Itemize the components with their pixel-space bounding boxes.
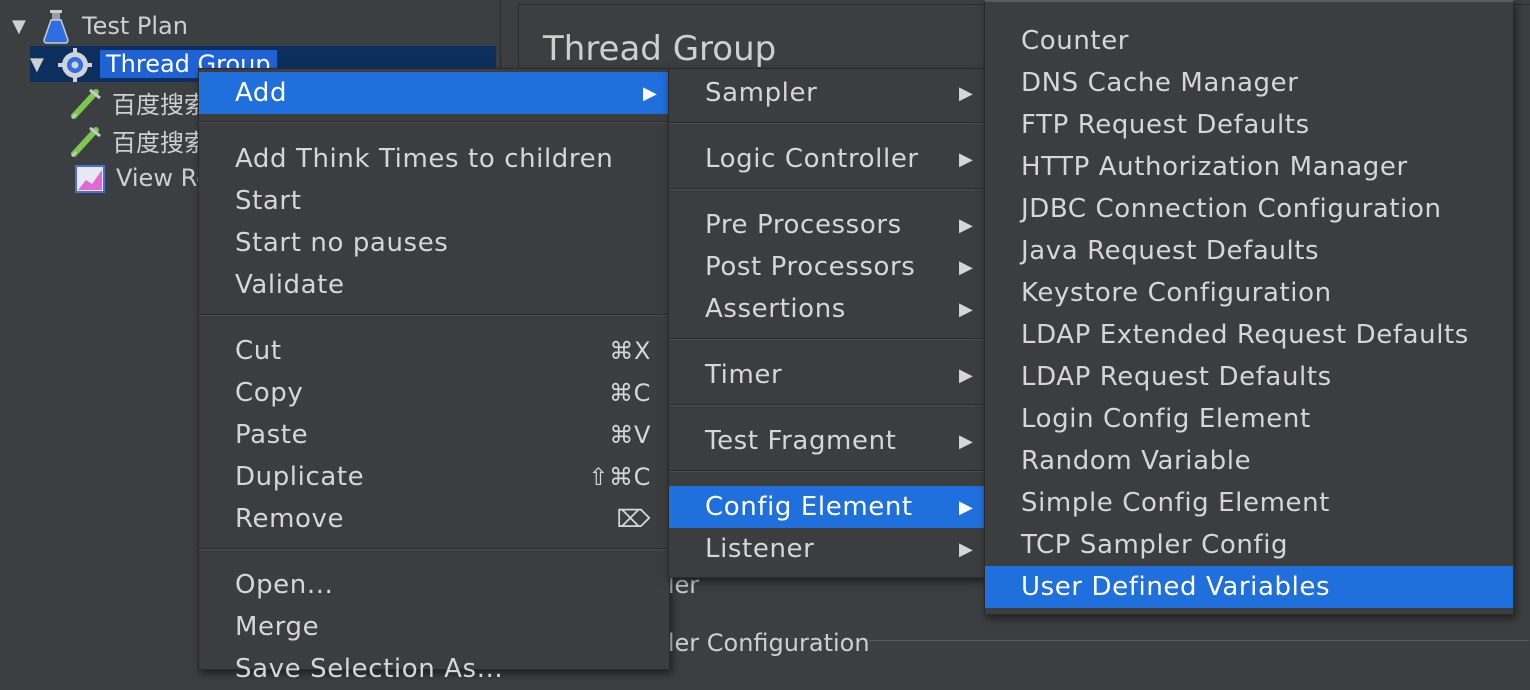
menu-item-simple-config-element[interactable]: Simple Config Element [985,482,1513,524]
tree-item-label: Test Plan [82,12,188,40]
menu-separator [669,122,985,124]
menu-item-duplicate[interactable]: Duplicate ⇧⌘C [199,456,669,498]
menu-separator [669,470,985,472]
shortcut-label: ⌘V [609,421,651,449]
expand-triangle-icon[interactable]: ▼ [12,16,40,37]
menu-item-ftp-request-defaults[interactable]: FTP Request Defaults [985,104,1513,146]
menu-item-ldap-extended-request-defaults[interactable]: LDAP Extended Request Defaults [985,314,1513,356]
menu-item-ldap-request-defaults[interactable]: LDAP Request Defaults [985,356,1513,398]
menu-item-post-processors[interactable]: Post Processors ▶ [669,246,985,288]
menu-item-add-think-times[interactable]: Add Think Times to children [199,138,669,180]
menu-item-remove[interactable]: Remove ⌦ [199,498,669,540]
submenu-arrow-icon: ▶ [959,82,974,104]
menu-item-cut[interactable]: Cut ⌘X [199,330,669,372]
expand-triangle-icon[interactable]: ▼ [30,54,58,75]
pipette-icon [70,86,102,119]
menu-item-dns-cache-manager[interactable]: DNS Cache Manager [985,62,1513,104]
menu-item-start-no-pauses[interactable]: Start no pauses [199,222,669,264]
menu-item-counter[interactable]: Counter [985,20,1513,62]
shortcut-label: ⌘C [609,379,651,407]
menu-item-add[interactable]: Add ▶ [199,72,669,114]
config-element-submenu: Counter DNS Cache Manager FTP Request De… [984,0,1514,615]
divider [869,640,1529,641]
menu-item-http-authorization-manager[interactable]: HTTP Authorization Manager [985,146,1513,188]
menu-item-test-fragment[interactable]: Test Fragment ▶ [669,420,985,462]
submenu-arrow-icon: ▶ [959,364,974,386]
tree-item-sampler-1[interactable]: 百度搜索 [70,84,208,120]
menu-item-merge[interactable]: Merge [199,606,669,648]
menu-separator [669,338,985,340]
menu-item-logic-controller[interactable]: Logic Controller ▶ [669,138,985,180]
menu-item-user-defined-variables[interactable]: User Defined Variables [985,566,1513,608]
tree-item-label: 百度搜索 [112,90,208,119]
submenu-arrow-icon: ▶ [959,430,974,452]
menu-item-copy[interactable]: Copy ⌘C [199,372,669,414]
delete-key-icon: ⌦ [616,505,651,533]
menu-item-login-config-element[interactable]: Login Config Element [985,398,1513,440]
submenu-arrow-icon: ▶ [643,82,658,104]
menu-separator [199,314,669,316]
submenu-arrow-icon: ▶ [959,148,974,170]
gear-icon [58,48,92,82]
menu-item-pre-processors[interactable]: Pre Processors ▶ [669,204,985,246]
menu-item-sampler[interactable]: Sampler ▶ [669,72,985,114]
menu-item-timer[interactable]: Timer ▶ [669,354,985,396]
tree-item-test-plan[interactable]: ▼ Test Plan [12,8,188,44]
shortcut-label: ⌘X [609,337,651,365]
flask-icon [40,10,72,44]
menu-item-listener[interactable]: Listener ▶ [669,528,985,570]
menu-item-tcp-sampler-config[interactable]: TCP Sampler Config [985,524,1513,566]
submenu-arrow-icon: ▶ [959,256,974,278]
menu-item-assertions[interactable]: Assertions ▶ [669,288,985,330]
menu-separator [199,121,669,123]
page-title: Thread Group [543,29,777,69]
menu-item-java-request-defaults[interactable]: Java Request Defaults [985,230,1513,272]
add-submenu: Sampler ▶ Logic Controller ▶ Pre Process… [668,68,986,578]
menu-item-keystore-configuration[interactable]: Keystore Configuration [985,272,1513,314]
menu-separator [669,188,985,190]
menu-item-save-selection-as[interactable]: Save Selection As... [199,648,669,690]
menu-item-config-element[interactable]: Config Element ▶ [669,486,985,528]
pipette-icon [70,124,102,157]
menu-item-open[interactable]: Open... [199,564,669,606]
shortcut-label: ⇧⌘C [588,463,651,491]
submenu-arrow-icon: ▶ [959,538,974,560]
menu-item-start[interactable]: Start [199,180,669,222]
menu-separator [199,548,669,550]
menu-item-random-variable[interactable]: Random Variable [985,440,1513,482]
menu-item-validate[interactable]: Validate [199,264,669,306]
submenu-arrow-icon: ▶ [959,496,974,518]
menu-item-paste[interactable]: Paste ⌘V [199,414,669,456]
chart-icon [74,162,106,194]
menu-separator [669,404,985,406]
tree-item-label: 百度搜索 [112,128,208,157]
submenu-arrow-icon: ▶ [959,298,974,320]
menu-item-jdbc-connection-configuration[interactable]: JDBC Connection Configuration [985,188,1513,230]
context-menu: Add ▶ Add Think Times to children Start … [198,68,670,684]
tree-item-sampler-2[interactable]: 百度搜索 [70,122,208,158]
submenu-arrow-icon: ▶ [959,214,974,236]
